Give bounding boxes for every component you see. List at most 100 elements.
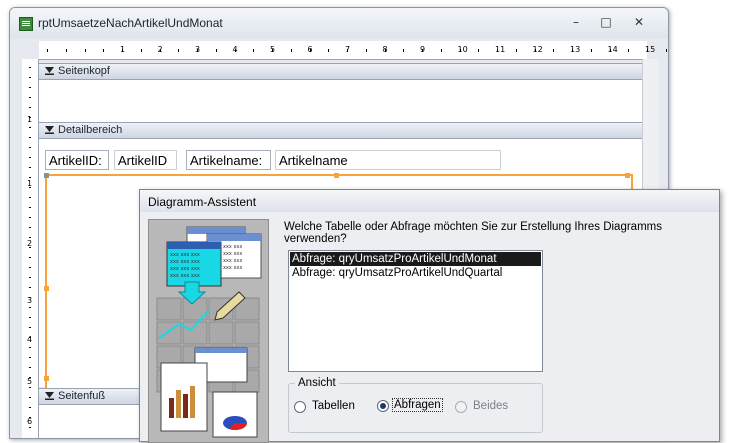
ruler-tick — [534, 49, 536, 52]
ruler-tick — [309, 49, 311, 52]
ruler-tick — [440, 49, 442, 52]
vertical-ruler[interactable]: 1123456 — [22, 59, 39, 438]
section-label: Seitenkopf — [58, 65, 110, 77]
ruler-tick — [122, 49, 123, 52]
ruler-tick — [609, 49, 611, 52]
radio-abfragen[interactable] — [377, 400, 389, 412]
ruler-tick — [422, 49, 423, 52]
ruler-tick — [29, 167, 31, 168]
svg-text:xxx xxx xxx: xxx xxx xxx — [170, 252, 200, 258]
minimize-icon[interactable]: – — [565, 14, 587, 31]
section-bar-page-header[interactable]: Seitenkopf — [39, 63, 649, 80]
artikelname-label[interactable]: Artikelname: — [186, 150, 271, 170]
ruler-tick — [29, 197, 31, 198]
close-icon[interactable]: ✕ — [628, 14, 650, 31]
ruler-tick — [29, 87, 31, 88]
chart-wizard-illustration-icon: xxx xxx xxxxxx xxx xxxxxx xxx xxxxxx xxx… — [156, 226, 262, 438]
horizontal-ruler[interactable]: 12345678910111213141516 — [39, 41, 667, 60]
ruler-tick — [29, 147, 31, 148]
ruler-tick — [665, 49, 667, 52]
ruler-tick — [29, 427, 31, 428]
artikelid-label[interactable]: ArtikelID: — [45, 150, 109, 170]
ruler-tick — [515, 49, 517, 52]
ruler-number: 5 — [27, 377, 33, 386]
svg-text:xxx xxx xxx: xxx xxx xxx — [170, 259, 200, 265]
ruler-tick — [253, 49, 255, 52]
radio-tabellen-label[interactable]: Tabellen — [312, 400, 355, 412]
ruler-tick — [29, 67, 31, 68]
ruler-tick — [29, 157, 31, 158]
ruler-tick — [29, 287, 31, 288]
ruler-tick — [29, 347, 31, 348]
svg-text:xxx xxx xxx: xxx xxx xxx — [170, 273, 200, 279]
ruler-tick — [29, 267, 31, 268]
ruler-tick — [272, 49, 273, 52]
ruler-tick — [347, 49, 348, 52]
radio-beides[interactable] — [455, 401, 467, 413]
ruler-tick — [29, 297, 31, 298]
radio-tabellen[interactable] — [294, 401, 306, 413]
list-item[interactable]: Abfrage: qryUmsatzProArtikelUndMonat — [290, 252, 541, 266]
ruler-tick — [29, 327, 31, 328]
ruler-tick — [29, 407, 31, 408]
svg-text:xxx xxx: xxx xxx — [223, 265, 242, 271]
ruler-tick — [29, 307, 31, 308]
ruler-corner — [22, 41, 39, 59]
ruler-tick — [497, 49, 498, 52]
ruler-tick — [84, 49, 86, 52]
ruler-tick — [29, 97, 31, 98]
ruler-tick — [290, 49, 292, 52]
radio-abfragen-label[interactable]: Abfragen — [392, 398, 443, 412]
ruler-tick — [572, 49, 573, 52]
section-label: Seitenfuß — [58, 390, 106, 402]
resize-handle[interactable] — [334, 173, 339, 178]
ruler-tick — [328, 49, 330, 52]
ruler-number: 6 — [27, 417, 33, 426]
title-bar[interactable]: rptUmsaetzeNachArtikelUndMonat – □ ✕ — [10, 8, 668, 38]
ruler-tick — [29, 77, 31, 78]
collapse-arrow-icon — [45, 126, 54, 134]
radio-beides-label[interactable]: Beides — [473, 400, 508, 412]
ruler-tick — [234, 49, 236, 52]
dialog-title-bar[interactable]: Diagramm-Assistent — [140, 190, 719, 212]
ruler-tick — [29, 397, 31, 398]
artikelid-textbox[interactable]: ArtikelID — [114, 150, 177, 170]
ruler-tick — [590, 49, 592, 52]
ruler-tick — [29, 107, 31, 108]
ruler-tick — [365, 49, 367, 52]
ruler-tick — [553, 49, 555, 52]
ruler-tick — [403, 49, 405, 52]
page-header-area[interactable] — [39, 80, 642, 122]
ruler-tick — [29, 177, 31, 178]
collapse-arrow-icon — [45, 392, 54, 400]
collapse-arrow-icon — [45, 67, 54, 75]
ruler-tick — [647, 49, 648, 52]
section-label: Detailbereich — [58, 124, 123, 136]
resize-handle[interactable] — [44, 286, 49, 291]
ruler-tick — [103, 49, 105, 52]
report-icon — [19, 17, 33, 31]
wizard-illustration: xxx xxx xxx xxx xxx xxx xxx xxx xxx xxx xxx… — [148, 219, 269, 443]
ruler-tick — [29, 117, 31, 118]
ruler-tick — [29, 237, 31, 238]
ruler-tick — [29, 247, 31, 248]
maximize-icon[interactable]: □ — [595, 14, 617, 31]
artikelname-textbox[interactable]: Artikelname — [275, 150, 501, 170]
source-listbox[interactable]: Abfrage: qryUmsatzProArtikelUndMonat Abf… — [288, 250, 543, 372]
list-item[interactable]: Abfrage: qryUmsatzProArtikelUndQuartal — [290, 266, 541, 280]
ruler-tick — [29, 417, 31, 418]
ruler-tick — [65, 49, 67, 52]
resize-handle[interactable] — [625, 173, 630, 178]
section-bar-detail[interactable]: Detailbereich — [39, 122, 649, 139]
dialog-title: Diagramm-Assistent — [148, 195, 257, 209]
ruler-tick — [29, 367, 31, 368]
view-group-legend: Ansicht — [295, 377, 339, 389]
resize-handle[interactable] — [44, 376, 49, 381]
ruler-tick — [215, 49, 217, 52]
ruler-tick — [29, 337, 31, 338]
ruler-tick — [29, 317, 31, 318]
chart-wizard-dialog: Diagramm-Assistent xxx xxx xxx xxx xxx xx… — [139, 189, 720, 443]
ruler-tick — [197, 49, 198, 52]
move-handle[interactable] — [44, 173, 49, 178]
wizard-question: Welche Tabelle oder Abfrage möchten Sie … — [284, 221, 662, 245]
